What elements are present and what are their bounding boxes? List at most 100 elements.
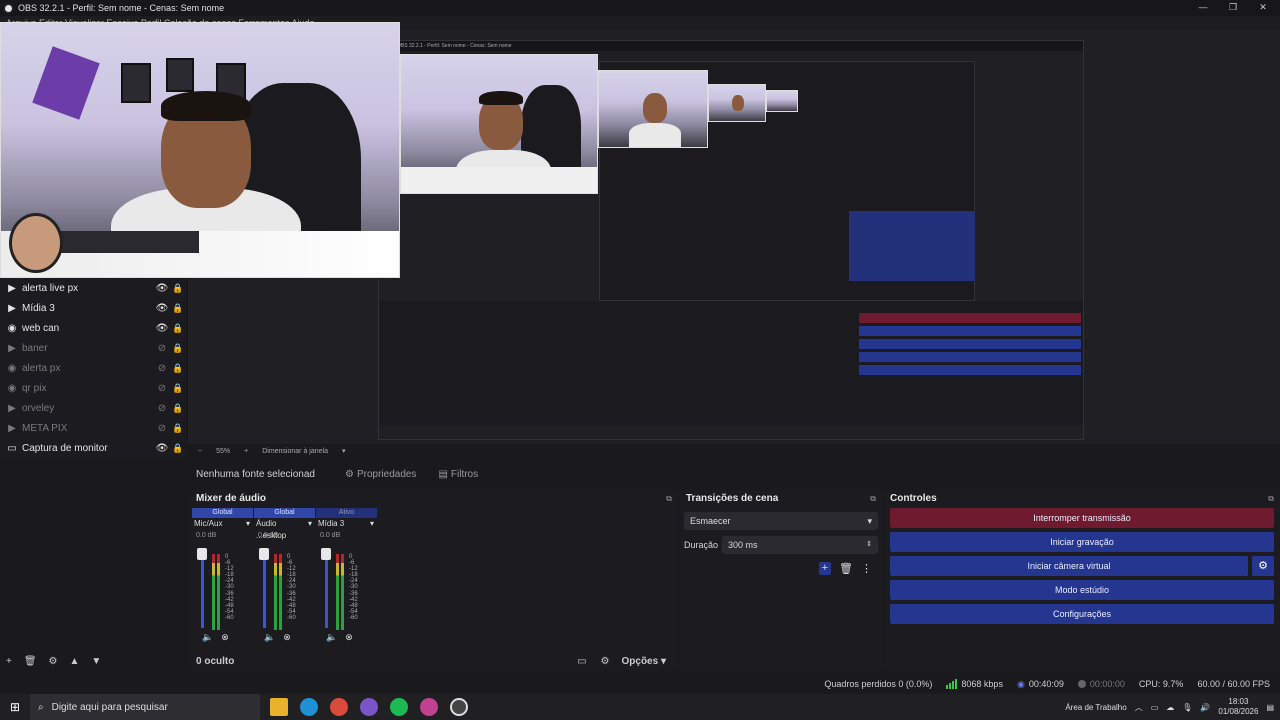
onedrive-icon[interactable]: ☁ <box>1166 703 1174 712</box>
edge-icon[interactable] <box>300 698 318 716</box>
minimize-button[interactable]: — <box>1188 0 1218 14</box>
move-down-icon[interactable]: ▼ <box>91 656 101 667</box>
lock-icon[interactable]: 🔒 <box>170 343 186 354</box>
network-icon[interactable]: ▭ <box>1151 703 1159 712</box>
zoom-in-button[interactable]: + <box>244 448 248 455</box>
monitor-off-icon[interactable]: ⊗ <box>221 632 229 643</box>
source-item[interactable]: ◉ alerta px ⊘ 🔒 <box>0 358 186 378</box>
zoom-out-button[interactable]: − <box>198 448 202 455</box>
lock-icon[interactable]: 🔒 <box>170 323 186 334</box>
eye-off-icon[interactable]: ⊘ <box>154 423 170 434</box>
play-source-icon: ▶ <box>8 302 16 314</box>
lock-icon[interactable]: 🔒 <box>170 443 186 454</box>
move-up-icon[interactable]: ▲ <box>70 656 80 667</box>
file-explorer-icon[interactable] <box>270 698 288 716</box>
layout-icon[interactable]: ▭ <box>577 656 586 667</box>
maximize-button[interactable]: ❐ <box>1218 0 1248 14</box>
close-button[interactable]: ✕ <box>1248 0 1278 14</box>
undock-icon[interactable]: ⧉ <box>666 490 672 508</box>
stop-streaming-button[interactable]: Interromper transmissão <box>890 508 1274 528</box>
monitor-off-icon[interactable]: ⊗ <box>283 632 291 643</box>
lock-icon[interactable]: 🔒 <box>170 383 186 394</box>
eye-icon[interactable]: 👁 <box>154 303 170 314</box>
clock[interactable]: 18:03 01/08/2026 <box>1218 697 1258 717</box>
settings-button[interactable]: Configurações <box>890 604 1274 624</box>
add-source-icon[interactable]: + <box>6 656 12 667</box>
eye-icon[interactable]: 👁 <box>154 283 170 294</box>
speaker-icon[interactable]: 🔈 <box>264 632 275 643</box>
monitor-off-icon[interactable]: ⊗ <box>345 632 353 643</box>
volume-fader-handle[interactable] <box>197 548 207 560</box>
eye-off-icon[interactable]: ⊘ <box>154 343 170 354</box>
eye-icon[interactable]: 👁 <box>154 323 170 334</box>
microphone-icon[interactable]: 🎙 <box>1182 703 1192 712</box>
avatar <box>9 213 63 273</box>
broadcast-icon: ◉ <box>1016 678 1025 689</box>
trash-icon[interactable]: 🗑 <box>839 562 853 575</box>
obs-taskbar-icon[interactable] <box>360 698 378 716</box>
chrome-icon[interactable] <box>330 698 348 716</box>
trash-icon[interactable]: 🗑 <box>24 656 37 667</box>
volume-fader-track[interactable] <box>325 552 328 628</box>
chevron-down-icon[interactable]: ▾ <box>308 518 312 530</box>
properties-button[interactable]: ⚙ Propriedades <box>345 469 416 480</box>
source-item[interactable]: ▶ alerta live px 👁 🔒 <box>0 278 186 298</box>
gear-icon[interactable]: ⚙ <box>49 656 58 667</box>
volume-fader-track[interactable] <box>201 552 204 628</box>
spotify-icon[interactable] <box>390 698 408 716</box>
search-placeholder: Digite aqui para pesquisar <box>51 701 168 713</box>
source-item[interactable]: ◉ qr pix ⊘ 🔒 <box>0 378 186 398</box>
eye-off-icon[interactable]: ⊘ <box>154 383 170 394</box>
chevron-down-icon[interactable]: ▾ <box>342 447 346 455</box>
source-item[interactable]: ▶ META PIX ⊘ 🔒 <box>0 418 186 438</box>
mixer-options-button[interactable]: Opções ▾ <box>622 656 667 667</box>
windows-start-icon[interactable]: ⊞ <box>0 700 30 714</box>
source-item[interactable]: ▶ Mídia 3 👁 🔒 <box>0 298 186 318</box>
lock-icon[interactable]: 🔒 <box>170 303 186 314</box>
desktop-label[interactable]: Área de Trabalho <box>1065 703 1126 712</box>
transition-select[interactable]: Esmaecer ▾ <box>684 512 878 530</box>
start-recording-button[interactable]: Iniciar gravação <box>890 532 1274 552</box>
lock-icon[interactable]: 🔒 <box>170 423 186 434</box>
spin-arrows-icon[interactable]: ⇕ <box>866 536 872 554</box>
gear-icon[interactable]: ⚙ <box>1252 556 1274 576</box>
obs-active-icon[interactable] <box>450 698 468 716</box>
duration-spinbox[interactable]: 300 ms ⇕ <box>722 536 878 554</box>
speaker-icon[interactable]: 🔈 <box>326 632 337 643</box>
gear-icon[interactable]: ⚙ <box>601 656 610 667</box>
source-item[interactable]: ▭ Captura de monitor 👁 🔒 <box>0 438 186 458</box>
undock-icon[interactable]: ⧉ <box>870 490 876 508</box>
scale-mode-select[interactable]: Dimensionar à janela <box>262 448 328 455</box>
add-transition-button[interactable]: + <box>818 562 832 575</box>
taskbar-search[interactable]: ⌕ Digite aqui para pesquisar <box>30 694 260 720</box>
chrome-profile-icon[interactable] <box>420 698 438 716</box>
chevron-up-icon[interactable]: ︿ <box>1135 702 1143 713</box>
chevron-down-icon[interactable]: ▾ <box>246 518 250 530</box>
windows-taskbar: ⊞ ⌕ Digite aqui para pesquisar Área de T… <box>0 694 1280 720</box>
eye-off-icon[interactable]: ⊘ <box>154 363 170 374</box>
notifications-icon[interactable]: ▤ <box>1266 703 1274 712</box>
chevron-down-icon[interactable]: ▾ <box>370 518 374 530</box>
eye-off-icon[interactable]: ⊘ <box>154 403 170 414</box>
volume-fader-handle[interactable] <box>259 548 269 560</box>
eye-icon[interactable]: 👁 <box>154 443 170 454</box>
clock-date: 01/08/2026 <box>1218 707 1259 716</box>
mixer-options-label: Opções <box>621 655 659 667</box>
start-virtual-camera-button[interactable]: Iniciar câmera virtual <box>890 556 1248 576</box>
volume-fader-handle[interactable] <box>321 548 331 560</box>
lock-icon[interactable]: 🔒 <box>170 283 186 294</box>
source-item[interactable]: ◉ web can 👁 🔒 <box>0 318 186 338</box>
studio-mode-button[interactable]: Modo estúdio <box>890 580 1274 600</box>
more-options-icon[interactable]: ⋮ <box>861 562 872 575</box>
speaker-icon[interactable]: 🔈 <box>202 632 213 643</box>
rec-time-value: 00:00:00 <box>1089 679 1125 689</box>
undock-icon[interactable]: ⧉ <box>1268 490 1274 508</box>
lock-icon[interactable]: 🔒 <box>170 363 186 374</box>
bitrate-indicator: 8068 kbps <box>946 679 1003 689</box>
source-item[interactable]: ▶ baner ⊘ 🔒 <box>0 338 186 358</box>
filters-button[interactable]: ▤ Filtros <box>438 469 478 480</box>
volume-fader-track[interactable] <box>263 552 266 628</box>
volume-icon[interactable]: 🔊 <box>1200 703 1210 712</box>
source-item[interactable]: ▶ orveley ⊘ 🔒 <box>0 398 186 418</box>
lock-icon[interactable]: 🔒 <box>170 403 186 414</box>
